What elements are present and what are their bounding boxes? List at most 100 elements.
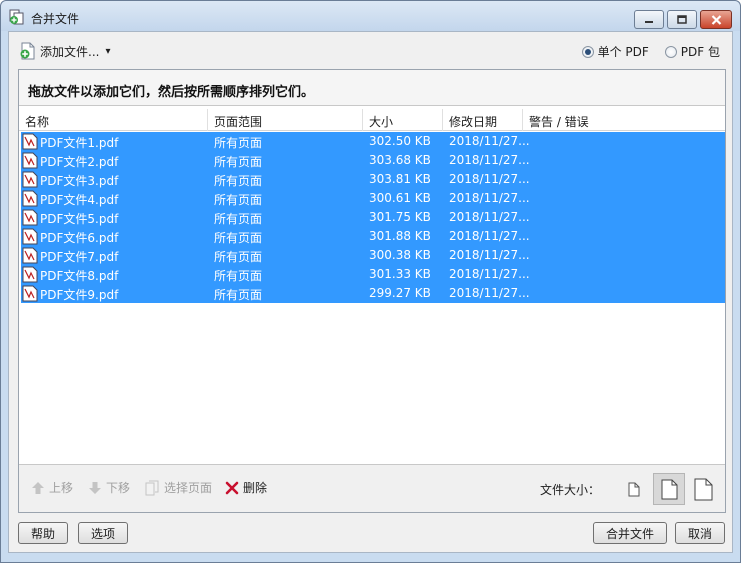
- title-bar[interactable]: 合并文件: [1, 1, 740, 31]
- move-down-button[interactable]: 下移: [88, 479, 130, 496]
- file-size-label: 文件大小：: [540, 483, 601, 497]
- pdf-file-icon: [22, 209, 38, 226]
- file-size: 299.27 KB: [369, 286, 431, 300]
- file-size: 301.88 KB: [369, 229, 431, 243]
- modified-date: 2018/11/27...: [449, 248, 530, 262]
- column-header-modified[interactable]: 修改日期: [443, 109, 523, 131]
- page-range: 所有页面: [214, 193, 263, 207]
- list-toolbar: 上移 下移 选择页面 删除 文件大小：: [19, 464, 725, 512]
- table-row[interactable]: PDF文件2.pdf 所有页面 303.68 KB 2018/11/27...: [21, 151, 725, 170]
- single-pdf-radio[interactable]: 单个 PDF: [581, 43, 649, 60]
- chevron-down-icon: ▾: [105, 45, 111, 57]
- output-mode-options: 单个 PDF PDF 包: [581, 43, 720, 60]
- modified-date: 2018/11/27...: [449, 210, 530, 224]
- radio-unselected-indicator: [664, 45, 677, 58]
- choose-pages-label: 选择页面: [164, 481, 213, 495]
- move-up-button[interactable]: 上移: [31, 479, 73, 496]
- instruction-text: 拖放文件以添加它们，然后按所需顺序排列它们。: [19, 70, 725, 106]
- radio-selected-indicator: [581, 45, 594, 58]
- pdf-portfolio-label: PDF 包: [680, 45, 720, 59]
- maximize-icon: [677, 15, 687, 24]
- choose-pages-button[interactable]: 选择页面: [145, 479, 212, 496]
- pdf-file-icon: [22, 152, 38, 169]
- move-down-label: 下移: [106, 481, 131, 495]
- modified-date: 2018/11/27...: [449, 172, 530, 186]
- pdf-portfolio-radio[interactable]: PDF 包: [664, 43, 720, 60]
- file-size: 300.38 KB: [369, 248, 431, 262]
- file-size-large-button[interactable]: [689, 475, 717, 503]
- file-size: 301.33 KB: [369, 267, 431, 281]
- pdf-file-icon: [22, 266, 38, 283]
- file-name: PDF文件4.pdf: [40, 193, 119, 207]
- table-row[interactable]: PDF文件6.pdf 所有页面 301.88 KB 2018/11/27...: [21, 227, 725, 246]
- file-name: PDF文件6.pdf: [40, 231, 119, 245]
- file-size: 301.75 KB: [369, 210, 431, 224]
- file-name: PDF文件2.pdf: [40, 155, 119, 169]
- page-range: 所有页面: [214, 288, 263, 302]
- file-size: 300.61 KB: [369, 191, 431, 205]
- table-row[interactable]: PDF文件3.pdf 所有页面 303.81 KB 2018/11/27...: [21, 170, 725, 189]
- pdf-file-icon: [22, 285, 38, 302]
- file-size-small-button[interactable]: [623, 477, 645, 501]
- file-list-panel: 拖放文件以添加它们，然后按所需顺序排列它们。 名称 页面范围 大小 修改日期 警…: [18, 69, 726, 513]
- modified-date: 2018/11/27...: [449, 134, 530, 148]
- page-range: 所有页面: [214, 269, 263, 283]
- page-range: 所有页面: [214, 136, 263, 150]
- large-page-icon: [694, 478, 712, 500]
- page-range: 所有页面: [214, 212, 263, 226]
- options-button[interactable]: 选项: [78, 522, 128, 544]
- table-row[interactable]: PDF文件9.pdf 所有页面 299.27 KB 2018/11/27...: [21, 284, 725, 303]
- page-range: 所有页面: [214, 174, 263, 188]
- move-up-label: 上移: [49, 481, 74, 495]
- table-row[interactable]: PDF文件4.pdf 所有页面 300.61 KB 2018/11/27...: [21, 189, 725, 208]
- table-row[interactable]: PDF文件1.pdf 所有页面 302.50 KB 2018/11/27...: [21, 132, 725, 151]
- file-name: PDF文件5.pdf: [40, 212, 119, 226]
- modified-date: 2018/11/27...: [449, 153, 530, 167]
- pages-icon: [145, 480, 159, 495]
- file-size-default-button[interactable]: [653, 473, 685, 505]
- pdf-file-icon: [22, 247, 38, 264]
- file-name: PDF文件3.pdf: [40, 174, 119, 188]
- merge-files-icon: [9, 9, 24, 25]
- pdf-file-icon: [22, 228, 38, 245]
- pdf-file-icon: [22, 133, 38, 150]
- column-header-warnings[interactable]: 警告 / 错误: [523, 109, 725, 131]
- file-size: 303.81 KB: [369, 172, 431, 186]
- delete-label: 删除: [243, 481, 268, 495]
- small-page-icon: [628, 482, 640, 496]
- window-title: 合并文件: [31, 12, 80, 26]
- table-row[interactable]: PDF文件5.pdf 所有页面 301.75 KB 2018/11/27...: [21, 208, 725, 227]
- help-button[interactable]: 帮助: [18, 522, 68, 544]
- delete-button[interactable]: 删除: [225, 479, 267, 496]
- arrow-up-icon: [32, 481, 44, 494]
- column-header-page-range[interactable]: 页面范围: [208, 109, 363, 131]
- column-header-name[interactable]: 名称: [19, 109, 208, 131]
- close-icon: [711, 14, 721, 25]
- cancel-button[interactable]: 取消: [675, 522, 725, 544]
- arrow-down-icon: [89, 481, 101, 494]
- pdf-file-icon: [22, 171, 38, 188]
- pdf-file-icon: [22, 190, 38, 207]
- file-name: PDF文件1.pdf: [40, 136, 119, 150]
- merge-files-dialog: 合并文件 添加文件... ▾ 单个 PDF PDF 包 拖放文件以添加它们，然后…: [0, 0, 741, 563]
- file-name: PDF文件7.pdf: [40, 250, 119, 264]
- column-header-size[interactable]: 大小: [363, 109, 443, 131]
- file-name: PDF文件9.pdf: [40, 288, 119, 302]
- table-row[interactable]: PDF文件8.pdf 所有页面 301.33 KB 2018/11/27...: [21, 265, 725, 284]
- page-range: 所有页面: [214, 155, 263, 169]
- delete-icon: [225, 481, 239, 494]
- add-files-button[interactable]: 添加文件... ▾: [19, 40, 110, 62]
- add-file-icon: [20, 42, 35, 60]
- minimize-button[interactable]: [634, 10, 664, 29]
- add-files-label: 添加文件...: [40, 44, 100, 59]
- modified-date: 2018/11/27...: [449, 229, 530, 243]
- modified-date: 2018/11/27...: [449, 286, 530, 300]
- single-pdf-label: 单个 PDF: [597, 45, 649, 59]
- close-window-button[interactable]: [700, 10, 732, 29]
- table-row[interactable]: PDF文件7.pdf 所有页面 300.38 KB 2018/11/27...: [21, 246, 725, 265]
- merge-files-button[interactable]: 合并文件: [593, 522, 667, 544]
- dialog-body: 添加文件... ▾ 单个 PDF PDF 包 拖放文件以添加它们，然后按所需顺序…: [8, 31, 733, 553]
- file-size: 302.50 KB: [369, 134, 431, 148]
- maximize-button[interactable]: [667, 10, 697, 29]
- file-name: PDF文件8.pdf: [40, 269, 119, 283]
